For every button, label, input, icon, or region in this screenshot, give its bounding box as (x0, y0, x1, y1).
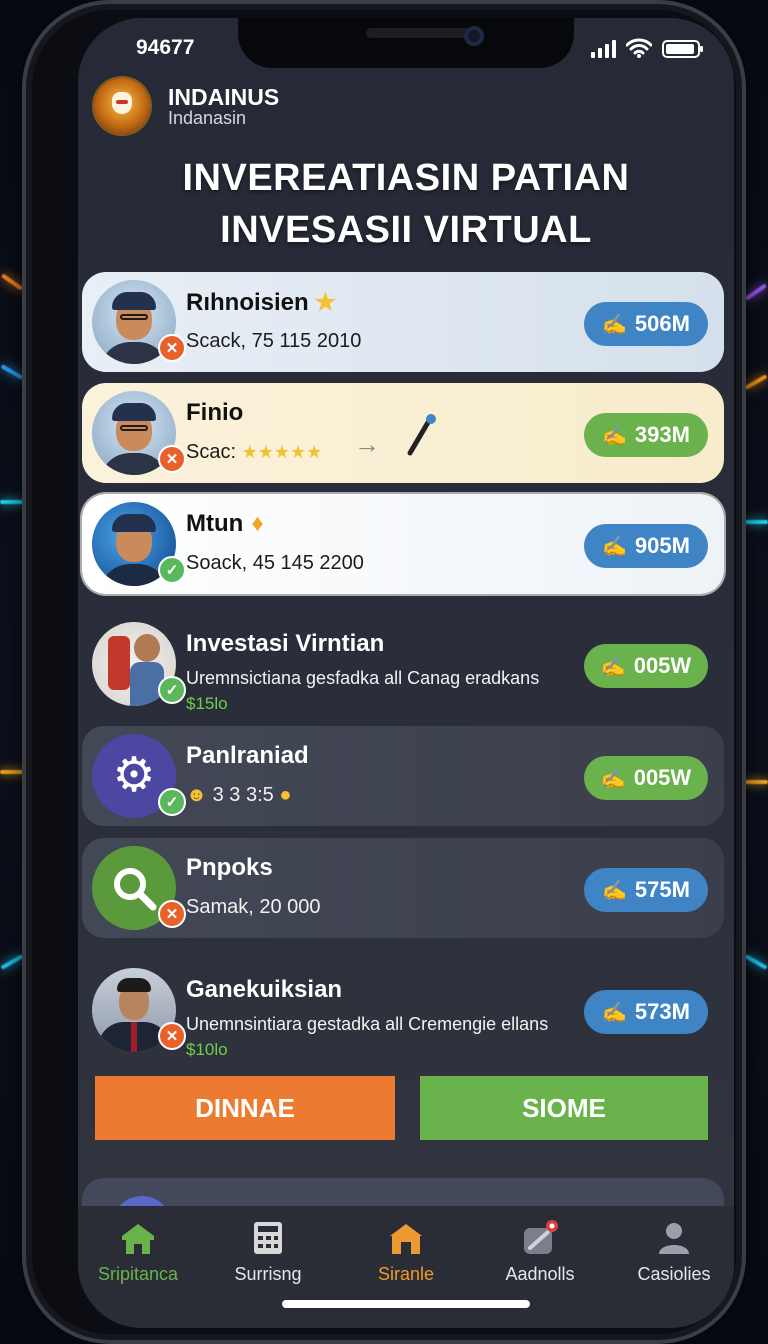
store-icon (390, 1224, 422, 1254)
neon-streak (1, 273, 23, 291)
brand-subtitle: Indanasin (168, 108, 247, 128)
gear-icon: ⚙ (112, 749, 156, 802)
item-title: Pnpoks (186, 854, 273, 881)
wifi-icon (626, 38, 652, 58)
list-item[interactable]: ✕ Pnpoks Samak, 20 000 ✍ 575M (82, 838, 724, 938)
neon-streak (744, 374, 768, 390)
item-subtitle: ☻ 3 3 3:5 ● (186, 784, 292, 806)
brand-logo (94, 78, 150, 134)
tools-icon (524, 1220, 558, 1254)
item-title: Ganekuiksian (186, 976, 343, 1003)
close-badge-icon[interactable]: ✕ (158, 334, 186, 362)
tool-icon (402, 413, 438, 462)
profile-icon (659, 1223, 689, 1254)
item-subtitle: Samak, 20 000 (186, 896, 321, 918)
item-subtitle: Scac: ★★★★★ (186, 441, 323, 463)
neon-streak (0, 500, 24, 504)
list-item[interactable]: ✕ Ganekuiksian Unemnsintiara gestadka al… (82, 960, 724, 1060)
home-icon (122, 1224, 154, 1254)
neon-streak (744, 520, 768, 524)
neon-streak (744, 780, 768, 784)
value-button[interactable]: ✍ 005W (584, 644, 708, 688)
value-button[interactable]: ✍ 905M (584, 524, 708, 568)
check-badge-icon[interactable]: ✓ (158, 788, 186, 816)
page-title: INVEREATIASIN PATIAN INVESASII VIRTUAL (78, 152, 734, 256)
tab-calculator[interactable]: Surrisng (208, 1220, 328, 1285)
flame-icon: ♦ (251, 510, 264, 537)
item-subtitle: Uremnsictiana gesfadka all Canag eradkan… (186, 668, 540, 688)
hand-coin-icon: ✍ (602, 879, 627, 902)
bottom-tab-bar: Sripitanca Surrisng Siranle Aadnolls Cas… (78, 1206, 734, 1328)
page-title-line-1: INVEREATIASIN PATIAN (182, 157, 630, 199)
app-screen: 94677 INDAINUS Indanasin INVEREATIASIN P… (78, 18, 734, 1328)
siome-button[interactable]: SIOME (420, 1076, 708, 1140)
value-button[interactable]: ✍ 005W (584, 756, 708, 800)
hand-coin-icon: ✍ (602, 535, 627, 558)
hand-coin-icon: ✍ (600, 767, 626, 790)
item-title: Investasi Virntian (186, 630, 385, 657)
home-indicator[interactable] (282, 1300, 530, 1308)
rating-stars: ★★★★★ (241, 442, 323, 462)
hand-coin-icon: ✍ (602, 1001, 627, 1024)
check-badge-icon[interactable]: ✓ (158, 676, 186, 704)
close-badge-icon[interactable]: ✕ (158, 900, 186, 928)
star-icon: ★ (314, 289, 337, 316)
notch (238, 18, 574, 68)
value-button[interactable]: ✍ 393M (584, 413, 708, 457)
speaker-grille (366, 28, 476, 38)
item-subtitle: Unemnsintiara gestadka all Cremengie ell… (186, 1014, 549, 1034)
signal-icon (591, 40, 616, 58)
brand-name: INDAINUS (168, 84, 280, 110)
list-item[interactable]: ✕ Rıhnoisien ★ Scack, 75 115 2010 ✍ 506M (82, 272, 724, 372)
value-button[interactable]: ✍ 575M (584, 868, 708, 912)
neon-streak (745, 283, 767, 301)
check-badge-icon[interactable]: ✓ (158, 556, 186, 584)
list-item[interactable]: ⚙ ✓ Panlraniad ☻ 3 3 3:5 ● ✍ 005W (82, 726, 724, 826)
close-badge-icon[interactable]: ✕ (158, 1022, 186, 1050)
list-item[interactable]: ✓ Mtun ♦ Soack, 45 145 2200 ✍ 905M (82, 494, 724, 594)
neon-streak (0, 954, 24, 970)
hand-coin-icon: ✍ (602, 424, 627, 447)
phone-frame: 94677 INDAINUS Indanasin INVEREATIASIN P… (22, 0, 746, 1344)
item-subtitle: Scack, 75 115 2010 (186, 330, 362, 352)
page-title-line-2: INVESASII VIRTUAL (220, 209, 592, 251)
item-subtitle: Soack, 45 145 2200 (186, 552, 364, 574)
hand-coin-icon: ✍ (600, 655, 626, 678)
emoji-icon: ☻ (186, 784, 208, 806)
coin-icon: ● (279, 784, 292, 806)
tab-store[interactable]: Siranle (346, 1220, 466, 1285)
value-button[interactable]: ✍ 506M (584, 302, 708, 346)
dinnae-button[interactable]: DINNAE (95, 1076, 395, 1140)
item-price: $15lo (186, 694, 228, 713)
battery-icon (662, 40, 703, 58)
item-title: Mtun ♦ (186, 510, 264, 537)
status-time: 94677 (136, 36, 195, 59)
status-icons (591, 38, 703, 58)
list-item[interactable]: ✓ Investasi Virntian Uremnsictiana gesfa… (82, 614, 724, 714)
list-item[interactable]: ✕ Finio Scac: ★★★★★ → ✍ 393M (82, 383, 724, 483)
search-icon (114, 868, 157, 911)
neon-streak (744, 954, 768, 970)
tab-profile[interactable]: Casiolies (614, 1220, 734, 1285)
tab-home[interactable]: Sripitanca (78, 1220, 198, 1285)
tab-tools[interactable]: Aadnolls (480, 1220, 600, 1285)
close-badge-icon[interactable]: ✕ (158, 445, 186, 473)
neon-streak (0, 364, 24, 380)
item-title: Finio (186, 399, 244, 426)
hand-coin-icon: ✍ (602, 313, 627, 336)
neon-streak (0, 770, 24, 774)
value-button[interactable]: ✍ 573M (584, 990, 708, 1034)
calculator-icon (254, 1222, 282, 1254)
arrow-right-icon: → (354, 429, 380, 459)
brand-header: INDAINUS Indanasin (94, 78, 279, 134)
camera-icon (464, 26, 484, 46)
item-title: Rıhnoisien ★ (186, 289, 337, 316)
item-title: Panlraniad (186, 742, 309, 769)
item-price: $10lo (186, 1040, 228, 1059)
